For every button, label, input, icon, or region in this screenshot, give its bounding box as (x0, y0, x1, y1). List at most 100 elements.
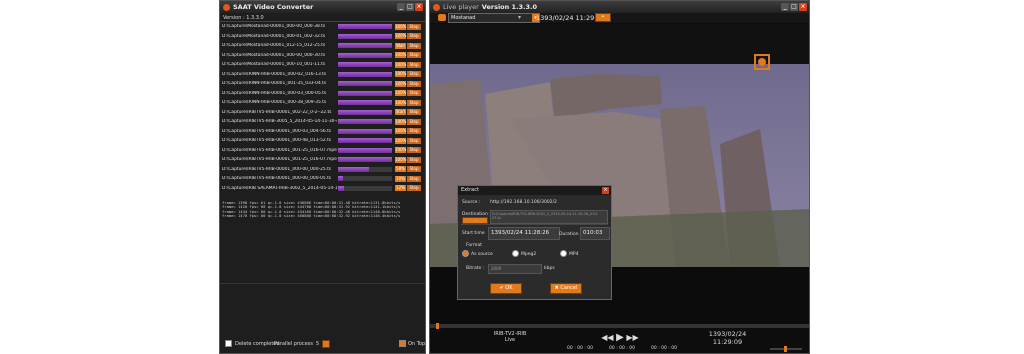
channel-select-value: Mostanad (451, 15, 476, 21)
job-stop-button[interactable]: Stop (407, 118, 421, 125)
channel-select[interactable]: Mostanad ▾ (448, 13, 540, 23)
job-row: D:\Capture\Mostanad-00001_000-10_001-11.… (222, 60, 423, 69)
job-stop-button[interactable]: Stop (407, 90, 421, 97)
duration-label: Duration (559, 232, 579, 237)
job-stop-button[interactable]: Stop (407, 156, 421, 163)
time-mid: 00 : 00 : 00 (609, 346, 635, 351)
volume-handle[interactable] (784, 346, 787, 352)
delete-completed-checkbox[interactable] (225, 340, 232, 347)
job-path: D:\Capture\IRIBTV5-IRIB-00001_000-48_013… (222, 138, 332, 144)
radio-as-source[interactable] (462, 250, 469, 257)
job-percent: 100% (395, 71, 407, 78)
destination-field[interactable]: D:\Capture\IRIB-TV2-IRIB-3002_2_2014-05-… (490, 210, 608, 224)
job-progress-bar (338, 138, 392, 144)
close-icon[interactable]: × (602, 187, 609, 194)
job-percent: 100% (395, 61, 407, 68)
job-path: D:\Capture\IRIB SALAMAT-IRIB-3002_5_2014… (222, 185, 337, 191)
maximize-button[interactable]: □ (406, 3, 414, 11)
job-stop-button[interactable]: Stop (407, 61, 421, 68)
radio-mp4[interactable] (560, 250, 567, 257)
job-progress-fill (338, 109, 392, 115)
job-path: D:\Capture\IRIBTV5-IRIB-00001_002-22_0-2… (222, 109, 332, 115)
job-progress-fill (338, 71, 392, 77)
job-stop-button[interactable]: Stop (407, 175, 421, 182)
job-stop-button[interactable]: Stop (407, 128, 421, 135)
close-button[interactable]: × (799, 3, 807, 11)
job-percent: 58% (395, 166, 406, 173)
check-icon: ✔ (499, 285, 504, 291)
parallel-process-label: Parallel process (274, 341, 314, 347)
time-left: 00 : 00 : 00 (567, 346, 593, 351)
cancel-icon: ✖ (554, 285, 559, 291)
player-window: Live player Version 1.3.3.0 _ □ × Mostan… (429, 0, 810, 354)
job-percent: 100% (395, 52, 407, 59)
timeline-bar[interactable] (430, 323, 809, 329)
format-mp4[interactable]: MP4 (560, 250, 578, 257)
play-icon[interactable]: ▶ (616, 332, 624, 343)
minimize-button[interactable]: _ (781, 3, 789, 11)
duration-field[interactable]: 010:03 (580, 227, 610, 240)
rewind-icon[interactable]: ◀◀ (601, 333, 613, 342)
on-top-option[interactable]: On Top (399, 340, 425, 347)
job-progress-fill (338, 185, 345, 191)
job-percent: 100% (395, 23, 407, 30)
format-as-source[interactable]: As source (462, 250, 493, 257)
job-stop-button[interactable]: Stop (407, 23, 421, 30)
timeline-date: 1393/02/24 (708, 330, 747, 338)
job-stop-button[interactable]: Stop (407, 42, 421, 49)
chevron-down-icon[interactable]: ▾ (518, 14, 521, 21)
cancel-button[interactable]: ✖ Cancel (550, 283, 582, 294)
job-progress-bar (338, 43, 392, 49)
job-stop-button[interactable]: Stop (407, 185, 421, 192)
destination-value: D:\Capture\IRIB-TV2-IRIB-3002_2_2014-05-… (492, 212, 598, 220)
job-path: D:\Capture\IRINN-IRIB-00001_001-35_033-0… (222, 81, 327, 87)
job-stop-button[interactable]: Stop (407, 33, 421, 40)
radio-mpeg2[interactable] (512, 250, 519, 257)
timeline-handle[interactable] (436, 323, 439, 329)
job-row: D:\Capture\IRIB SALAMAT-IRIB-3002_5_2014… (222, 184, 423, 193)
format-mpeg2[interactable]: Mpeg2 (512, 250, 536, 257)
parallel-stepper-icon[interactable] (322, 340, 331, 348)
job-stop-button[interactable]: Stop (407, 80, 421, 87)
browse-button[interactable]: ... (462, 217, 488, 224)
delete-completed-option[interactable]: Delete completed (225, 340, 280, 347)
record-button[interactable]: • (595, 13, 611, 22)
fast-forward-icon[interactable]: ▶▶ (626, 333, 638, 342)
job-percent: 10% (395, 175, 406, 182)
job-stop-button[interactable]: Stop (407, 109, 421, 116)
parallel-process-value[interactable]: 5 (316, 341, 319, 347)
on-top-checkbox[interactable] (399, 340, 406, 347)
job-stop-button[interactable]: Stop (407, 71, 421, 78)
job-progress-bar (338, 128, 392, 134)
minimize-button[interactable]: _ (397, 3, 405, 11)
job-progress-bar (338, 81, 392, 87)
job-stop-button[interactable]: Stop (407, 52, 421, 59)
job-progress-fill (338, 119, 392, 125)
bitrate-label: Bitrate : (466, 266, 485, 271)
job-percent: Wait (395, 42, 406, 49)
job-stop-button[interactable]: Stop (407, 166, 421, 173)
transport-controls: ◀◀ ▶ ▶▶ (590, 332, 650, 343)
job-stop-button[interactable]: Stop (407, 147, 421, 154)
job-progress-bar (338, 90, 392, 96)
job-path: D:\Capture\Mostanad-00001_000-10_001-11.… (222, 62, 326, 68)
job-percent: 100% (395, 118, 407, 125)
job-stop-button[interactable]: Stop (407, 99, 421, 106)
app-icon (223, 3, 230, 11)
job-row: D:\Capture\IRIBTV5-IRIB-00001_000-00_000… (222, 165, 423, 174)
job-row: D:\Capture\Mostanad-00001_000-00_000-30.… (222, 51, 423, 60)
ok-button[interactable]: ✔ OK (490, 283, 522, 294)
close-button[interactable]: × (415, 3, 423, 11)
converter-window: SAAT Video Converter _ □ × Version : 1.3… (219, 0, 426, 354)
job-progress-bar (338, 176, 392, 182)
bitrate-field[interactable]: 2000 (488, 264, 542, 274)
job-progress-bar (338, 109, 392, 115)
job-progress-fill (338, 100, 392, 106)
job-stop-button[interactable]: Stop (407, 137, 421, 144)
job-path: D:\Capture\IRINN-IRIB-00001_000-03_000-0… (222, 90, 327, 96)
maximize-button[interactable]: □ (790, 3, 798, 11)
job-row: D:\Capture\Mostanad-00001_000-01_002-32.… (222, 32, 423, 41)
start-time-field[interactable]: 1393/02/24 11:28:26 (488, 227, 560, 240)
job-row: D:\Capture\IRIBTV5-IRIB-00001_002-22_0-2… (222, 108, 423, 117)
volume-slider[interactable] (770, 346, 802, 352)
